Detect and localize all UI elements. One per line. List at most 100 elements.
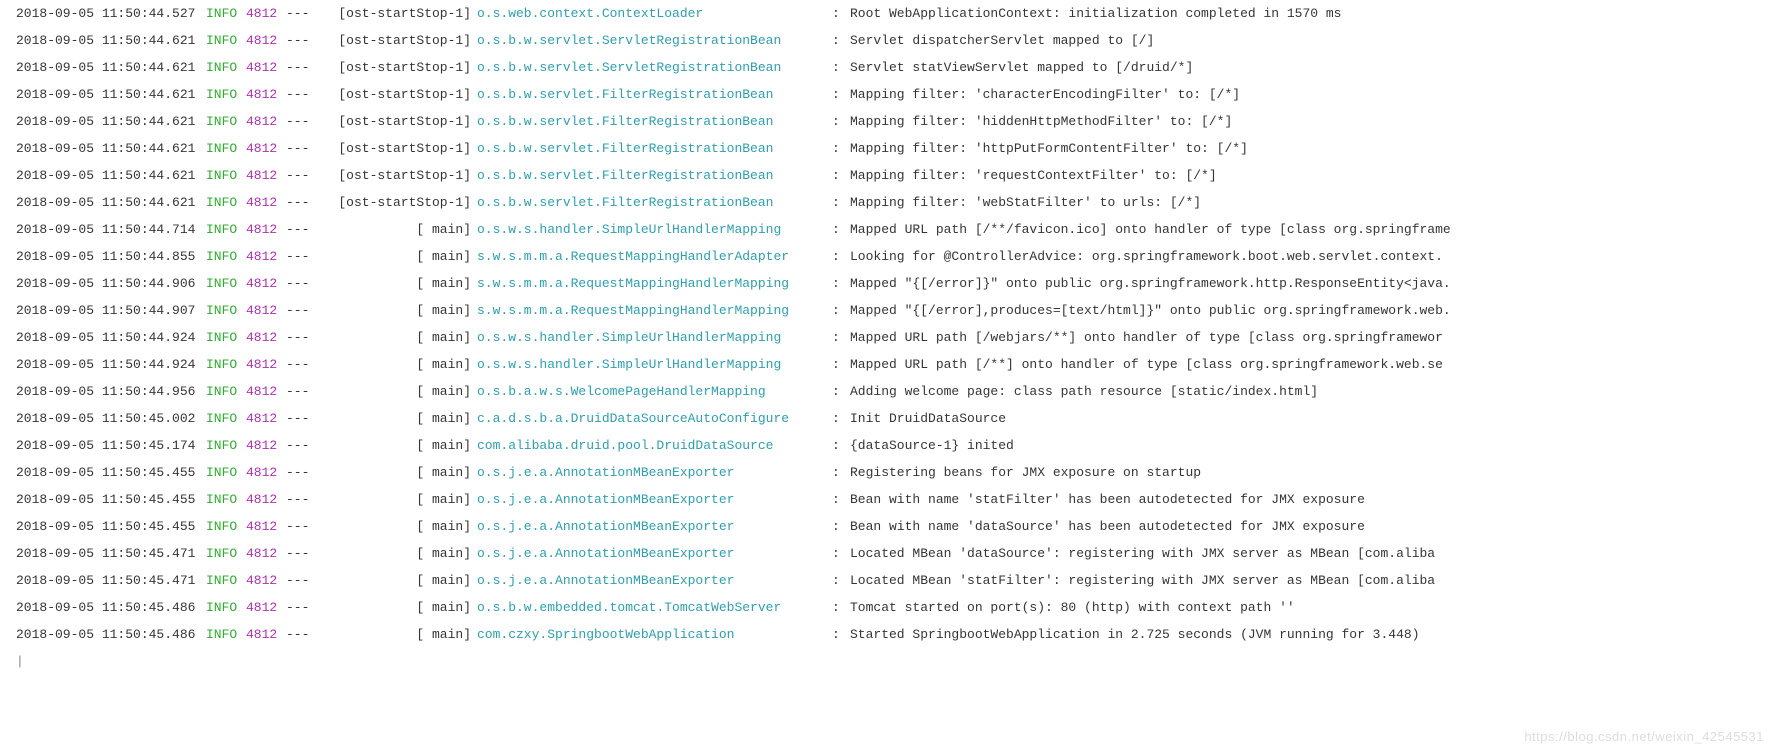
log-level: INFO xyxy=(206,324,246,351)
log-message: Mapping filter: 'httpPutFormContentFilte… xyxy=(850,135,1784,162)
log-thread: [ost-startStop-1] xyxy=(321,108,471,135)
log-colon: : xyxy=(832,405,850,432)
log-thread: [ost-startStop-1] xyxy=(321,162,471,189)
log-message: Servlet statViewServlet mapped to [/drui… xyxy=(850,54,1784,81)
log-colon: : xyxy=(832,486,850,513)
log-pid: 4812 xyxy=(246,324,286,351)
log-colon: : xyxy=(832,351,850,378)
log-timestamp: 2018-09-05 11:50:44.621 xyxy=(0,27,206,54)
log-pid: 4812 xyxy=(246,27,286,54)
log-separator: --- xyxy=(286,378,321,405)
log-timestamp: 2018-09-05 11:50:45.455 xyxy=(0,486,206,513)
log-thread: [ main] xyxy=(321,324,471,351)
log-message: Servlet dispatcherServlet mapped to [/] xyxy=(850,27,1784,54)
log-logger: o.s.b.w.servlet.FilterRegistrationBean xyxy=(471,135,832,162)
log-thread: [ main] xyxy=(321,540,471,567)
log-level: INFO xyxy=(206,405,246,432)
log-pid: 4812 xyxy=(246,513,286,540)
log-message: Init DruidDataSource xyxy=(850,405,1784,432)
log-separator: --- xyxy=(286,54,321,81)
log-level: INFO xyxy=(206,216,246,243)
log-separator: --- xyxy=(286,567,321,594)
log-logger: o.s.j.e.a.AnnotationMBeanExporter xyxy=(471,540,832,567)
log-colon: : xyxy=(832,324,850,351)
log-logger: o.s.j.e.a.AnnotationMBeanExporter xyxy=(471,513,832,540)
log-timestamp: 2018-09-05 11:50:44.714 xyxy=(0,216,206,243)
log-line: 2018-09-05 11:50:45.486INFO4812---[ main… xyxy=(0,594,1784,621)
log-pid: 4812 xyxy=(246,297,286,324)
log-thread: [ main] xyxy=(321,378,471,405)
log-level: INFO xyxy=(206,135,246,162)
log-line: 2018-09-05 11:50:44.906INFO4812---[ main… xyxy=(0,270,1784,297)
log-colon: : xyxy=(832,81,850,108)
log-separator: --- xyxy=(286,27,321,54)
log-thread: [ main] xyxy=(321,567,471,594)
log-level: INFO xyxy=(206,189,246,216)
log-timestamp: 2018-09-05 11:50:44.924 xyxy=(0,324,206,351)
log-line: 2018-09-05 11:50:44.621INFO4812---[ost-s… xyxy=(0,54,1784,81)
log-colon: : xyxy=(832,216,850,243)
log-thread: [ost-startStop-1] xyxy=(321,0,471,27)
log-message: Mapping filter: 'webStatFilter' to urls:… xyxy=(850,189,1784,216)
log-message: Looking for @ControllerAdvice: org.sprin… xyxy=(850,243,1784,270)
log-colon: : xyxy=(832,459,850,486)
console-log-output[interactable]: 2018-09-05 11:50:44.527INFO4812---[ost-s… xyxy=(0,0,1784,648)
log-message: Mapping filter: 'characterEncodingFilter… xyxy=(850,81,1784,108)
log-line: 2018-09-05 11:50:44.714INFO4812---[ main… xyxy=(0,216,1784,243)
log-message: Bean with name 'statFilter' has been aut… xyxy=(850,486,1784,513)
log-separator: --- xyxy=(286,486,321,513)
log-timestamp: 2018-09-05 11:50:44.621 xyxy=(0,135,206,162)
log-timestamp: 2018-09-05 11:50:44.907 xyxy=(0,297,206,324)
log-pid: 4812 xyxy=(246,486,286,513)
log-line: 2018-09-05 11:50:45.471INFO4812---[ main… xyxy=(0,540,1784,567)
log-message: Tomcat started on port(s): 80 (http) wit… xyxy=(850,594,1784,621)
log-level: INFO xyxy=(206,54,246,81)
log-pid: 4812 xyxy=(246,81,286,108)
log-thread: [ main] xyxy=(321,270,471,297)
log-pid: 4812 xyxy=(246,378,286,405)
log-line: 2018-09-05 11:50:44.924INFO4812---[ main… xyxy=(0,324,1784,351)
text-cursor: | xyxy=(0,648,1784,675)
log-level: INFO xyxy=(206,621,246,648)
log-pid: 4812 xyxy=(246,108,286,135)
log-separator: --- xyxy=(286,405,321,432)
log-level: INFO xyxy=(206,270,246,297)
log-level: INFO xyxy=(206,27,246,54)
log-level: INFO xyxy=(206,81,246,108)
log-logger: s.w.s.m.m.a.RequestMappingHandlerMapping xyxy=(471,270,832,297)
log-pid: 4812 xyxy=(246,567,286,594)
log-timestamp: 2018-09-05 11:50:44.621 xyxy=(0,162,206,189)
log-message: Bean with name 'dataSource' has been aut… xyxy=(850,513,1784,540)
log-thread: [ main] xyxy=(321,432,471,459)
log-line: 2018-09-05 11:50:44.621INFO4812---[ost-s… xyxy=(0,189,1784,216)
log-message: Mapped URL path [/**] onto handler of ty… xyxy=(850,351,1784,378)
log-thread: [ main] xyxy=(321,297,471,324)
log-message: Mapping filter: 'hiddenHttpMethodFilter'… xyxy=(850,108,1784,135)
log-timestamp: 2018-09-05 11:50:44.527 xyxy=(0,0,206,27)
log-pid: 4812 xyxy=(246,0,286,27)
log-pid: 4812 xyxy=(246,459,286,486)
log-level: INFO xyxy=(206,540,246,567)
log-timestamp: 2018-09-05 11:50:45.455 xyxy=(0,513,206,540)
log-pid: 4812 xyxy=(246,540,286,567)
log-thread: [ main] xyxy=(321,621,471,648)
log-line: 2018-09-05 11:50:44.956INFO4812---[ main… xyxy=(0,378,1784,405)
log-timestamp: 2018-09-05 11:50:44.906 xyxy=(0,270,206,297)
log-separator: --- xyxy=(286,216,321,243)
log-line: 2018-09-05 11:50:44.621INFO4812---[ost-s… xyxy=(0,108,1784,135)
log-pid: 4812 xyxy=(246,54,286,81)
log-separator: --- xyxy=(286,621,321,648)
log-logger: o.s.j.e.a.AnnotationMBeanExporter xyxy=(471,459,832,486)
log-message: Root WebApplicationContext: initializati… xyxy=(850,0,1784,27)
log-pid: 4812 xyxy=(246,189,286,216)
log-timestamp: 2018-09-05 11:50:44.924 xyxy=(0,351,206,378)
log-message: Registering beans for JMX exposure on st… xyxy=(850,459,1784,486)
log-timestamp: 2018-09-05 11:50:45.455 xyxy=(0,459,206,486)
log-colon: : xyxy=(832,135,850,162)
log-logger: o.s.b.w.servlet.ServletRegistrationBean xyxy=(471,54,832,81)
log-thread: [ost-startStop-1] xyxy=(321,81,471,108)
log-message: Located MBean 'statFilter': registering … xyxy=(850,567,1784,594)
log-separator: --- xyxy=(286,513,321,540)
log-level: INFO xyxy=(206,0,246,27)
log-thread: [ main] xyxy=(321,513,471,540)
